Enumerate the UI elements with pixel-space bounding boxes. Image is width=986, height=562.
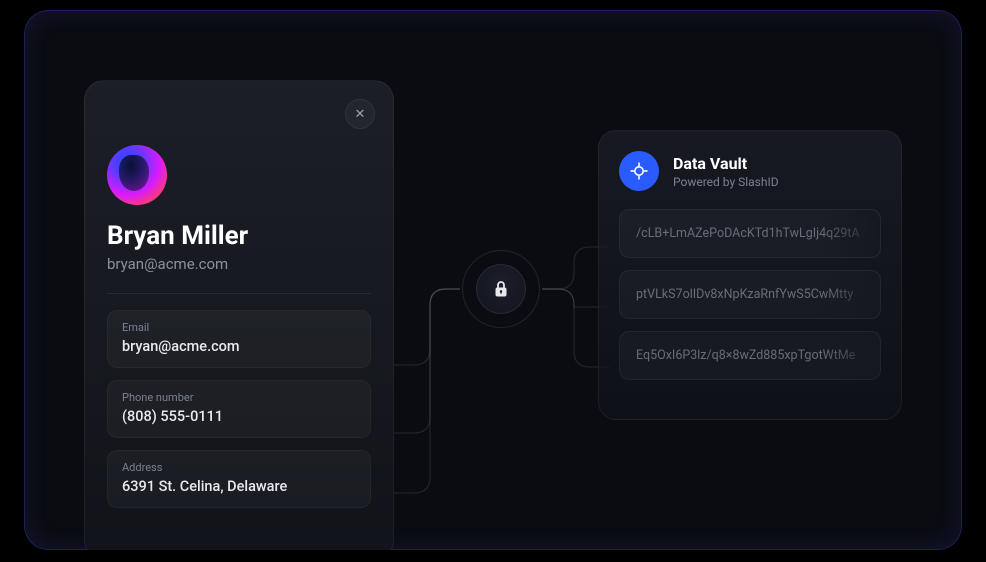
vault-subtitle: Powered by SlashID	[673, 175, 779, 189]
cipher-row: ptVLkS7olIDv8xNpKzaRnfYwS5CwMtty	[619, 270, 881, 319]
field-label: Email	[122, 321, 356, 334]
profile-name: Bryan Miller	[107, 221, 371, 251]
field-value: 6391 St. Celina, Delaware	[122, 478, 356, 495]
field-phone[interactable]: Phone number (808) 555-0111	[107, 380, 371, 438]
profile-email: bryan@acme.com	[107, 255, 371, 273]
cipher-row: /cLB+LmAZePoDAcKTd1hTwLgIj4q29tA	[619, 209, 881, 258]
vault-header: Data Vault Powered by SlashID	[619, 151, 881, 191]
avatar	[107, 145, 167, 205]
lock-icon	[476, 264, 526, 314]
vault-icon	[619, 151, 659, 191]
vault-card: Data Vault Powered by SlashID /cLB+LmAZe…	[598, 130, 902, 420]
close-icon: ✕	[355, 107, 366, 122]
field-email[interactable]: Email bryan@acme.com	[107, 310, 371, 368]
lock-ring	[462, 250, 540, 328]
field-address[interactable]: Address 6391 St. Celina, Delaware	[107, 450, 371, 508]
vault-title-block: Data Vault Powered by SlashID	[673, 154, 779, 189]
field-value: (808) 555-0111	[122, 408, 356, 425]
vault-title: Data Vault	[673, 154, 779, 173]
close-button[interactable]: ✕	[345, 99, 375, 129]
cipher-row: Eq5OxI6P3lz/q8×8wZd885xpTgotWtMe	[619, 331, 881, 380]
profile-card: ✕ Bryan Miller bryan@acme.com Email brya…	[84, 80, 394, 550]
field-label: Address	[122, 461, 356, 474]
field-value: bryan@acme.com	[122, 338, 356, 355]
field-label: Phone number	[122, 391, 356, 404]
canvas: ✕ Bryan Miller bryan@acme.com Email brya…	[24, 10, 962, 550]
divider	[107, 293, 371, 294]
